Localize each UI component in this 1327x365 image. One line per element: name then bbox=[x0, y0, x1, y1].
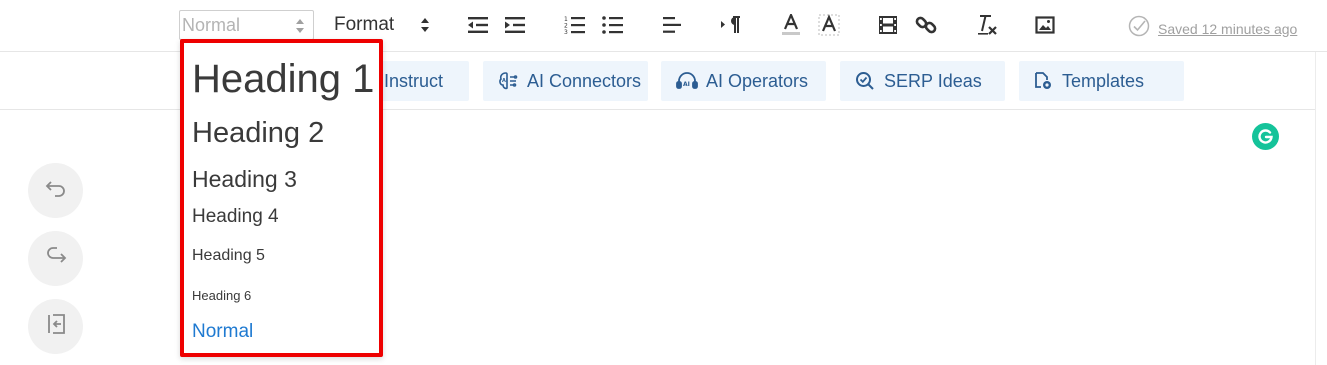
dropdown-item-heading-3[interactable]: Heading 3 bbox=[192, 166, 297, 193]
bullet-list-icon[interactable] bbox=[601, 13, 625, 37]
format-menu-label[interactable]: Format bbox=[334, 14, 394, 36]
serp-ideas-label: SERP Ideas bbox=[884, 70, 982, 91]
text-color-icon[interactable] bbox=[779, 13, 803, 37]
undo-button[interactable] bbox=[28, 163, 83, 218]
format-arrows-icon[interactable] bbox=[420, 18, 430, 32]
editor-right-border bbox=[1315, 52, 1316, 365]
video-icon[interactable] bbox=[876, 13, 900, 37]
svg-text:AI: AI bbox=[683, 81, 690, 88]
dropdown-item-heading-6[interactable]: Heading 6 bbox=[192, 288, 251, 303]
ai-operators-label: AI Operators bbox=[706, 70, 809, 91]
undo-icon bbox=[45, 179, 67, 202]
dropdown-item-heading-4[interactable]: Heading 4 bbox=[192, 206, 279, 228]
collapse-panel-button[interactable] bbox=[28, 299, 83, 354]
dropdown-item-heading-5[interactable]: Heading 5 bbox=[192, 247, 265, 265]
saved-status-text[interactable]: Saved 12 minutes ago bbox=[1158, 21, 1297, 37]
ai-operators-button[interactable]: AI AI Operators bbox=[661, 61, 826, 101]
redo-icon bbox=[45, 247, 67, 270]
outdent-icon[interactable] bbox=[466, 13, 490, 37]
clear-format-icon[interactable] bbox=[975, 13, 999, 37]
redo-button[interactable] bbox=[28, 231, 83, 286]
dropdown-item-normal[interactable]: Normal bbox=[192, 321, 253, 343]
paragraph-direction-icon[interactable] bbox=[719, 13, 743, 37]
instruct-button-label: Instruct bbox=[384, 70, 444, 91]
templates-label: Templates bbox=[1062, 70, 1145, 91]
svg-text:3: 3 bbox=[564, 29, 568, 35]
paragraph-style-dropdown: Heading 1 Heading 2 Heading 3 Heading 4 … bbox=[180, 39, 383, 357]
templates-icon bbox=[1032, 70, 1054, 92]
ai-connectors-label: AI Connectors bbox=[527, 70, 642, 91]
ai-connectors-button[interactable]: AI AI Connectors bbox=[483, 61, 648, 101]
svg-text:AI: AI bbox=[502, 78, 508, 84]
collapse-panel-icon bbox=[45, 313, 67, 340]
align-left-icon[interactable] bbox=[660, 13, 684, 37]
indent-icon[interactable] bbox=[503, 13, 527, 37]
select-arrows-icon bbox=[295, 19, 305, 33]
link-icon[interactable] bbox=[914, 13, 938, 37]
saved-check-icon bbox=[1128, 15, 1150, 42]
paragraph-style-select[interactable]: Normal bbox=[179, 10, 314, 40]
serp-ideas-button[interactable]: SERP Ideas bbox=[840, 61, 1005, 101]
save-status: Saved 12 minutes ago bbox=[1128, 15, 1297, 42]
background-color-icon[interactable] bbox=[817, 13, 841, 37]
dropdown-item-heading-2[interactable]: Heading 2 bbox=[192, 117, 324, 150]
numbered-list-icon[interactable]: 123 bbox=[563, 13, 587, 37]
ai-headset-icon: AI bbox=[676, 70, 698, 92]
grammarly-icon[interactable] bbox=[1252, 123, 1279, 150]
ai-brain-icon: AI bbox=[497, 70, 519, 92]
image-icon[interactable] bbox=[1033, 13, 1057, 37]
dropdown-item-heading-1[interactable]: Heading 1 bbox=[192, 57, 374, 102]
templates-button[interactable]: Templates bbox=[1019, 61, 1184, 101]
paragraph-style-value: Normal bbox=[182, 15, 241, 35]
search-check-icon bbox=[854, 70, 876, 92]
